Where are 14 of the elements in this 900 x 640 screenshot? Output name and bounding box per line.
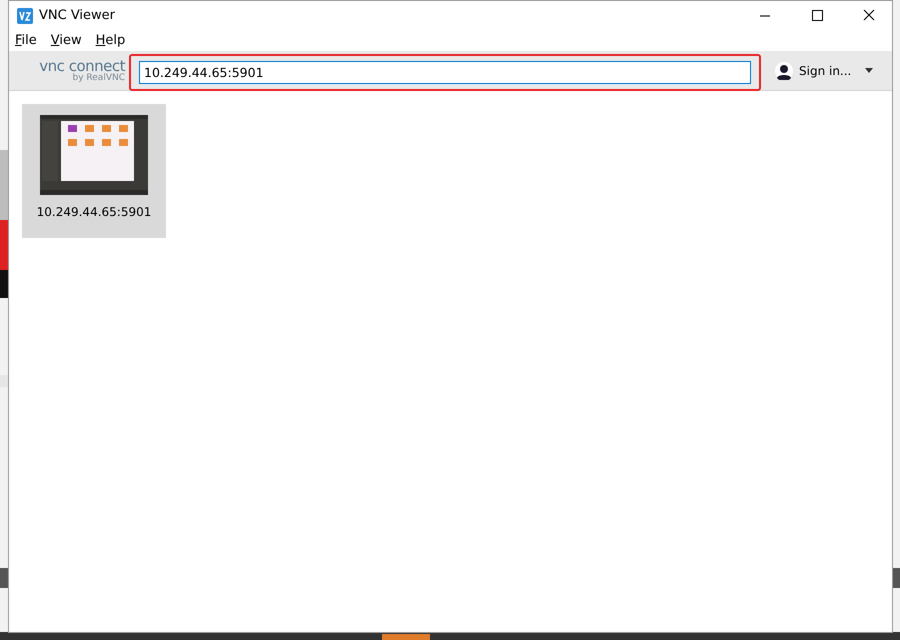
maximize-icon xyxy=(812,10,823,21)
close-icon xyxy=(864,10,874,20)
logo-text: vnc connect xyxy=(39,58,125,74)
menu-item[interactable]: Help xyxy=(96,31,126,51)
sign-in-link[interactable]: Sign in... xyxy=(799,62,852,80)
address-field[interactable]: 10.249.44.65:5901 xyxy=(139,61,751,84)
caret-icon[interactable] xyxy=(865,68,874,73)
menu-item[interactable]: File xyxy=(15,31,37,51)
connection-tile[interactable]: 10.249.44.65:5901 xyxy=(22,104,166,238)
app-icon xyxy=(17,8,33,24)
menu-item[interactable]: View xyxy=(50,31,82,51)
user-icon xyxy=(775,62,793,80)
logo-subtitle: by RealVNC xyxy=(72,74,125,82)
window-title: VNC Viewer xyxy=(39,7,116,26)
